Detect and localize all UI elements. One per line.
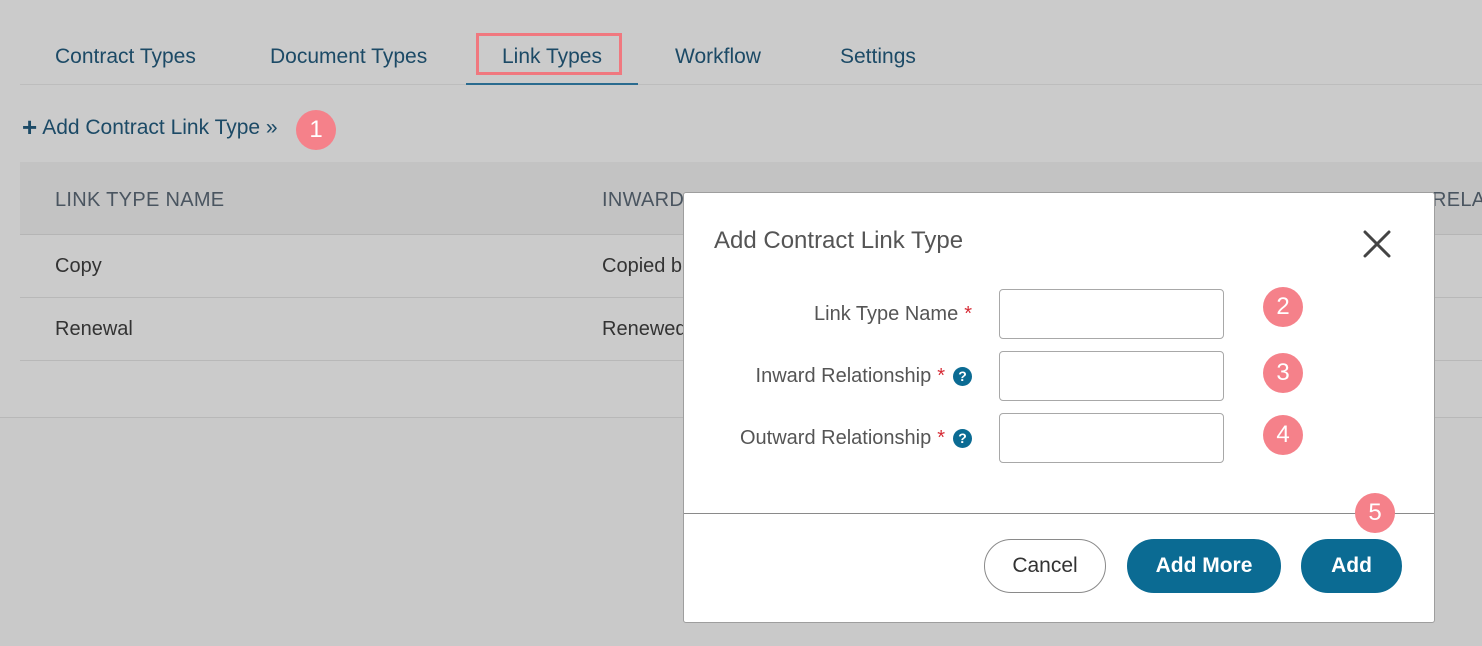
add-contract-link-type-dialog: Add Contract Link Type Link Type Name * …: [683, 192, 1435, 623]
inward-relationship-input[interactable]: [999, 351, 1224, 401]
cell-inward: Renewed: [602, 318, 687, 340]
step-badge-3: 3: [1263, 353, 1303, 393]
label-text: Inward Relationship: [755, 365, 932, 387]
tab-document-types[interactable]: Document Types: [270, 28, 427, 84]
field-label-outward-relationship: Outward Relationship * ?: [740, 413, 972, 463]
dialog-title: Add Contract Link Type: [714, 227, 964, 254]
tab-workflow[interactable]: Workflow: [675, 28, 761, 84]
required-asterisk: *: [937, 365, 945, 387]
tab-contract-types[interactable]: Contract Types: [55, 28, 196, 84]
step-badge-1: 1: [296, 110, 336, 150]
form-row-link-type-name: Link Type Name *: [684, 289, 1436, 341]
column-header-relationship[interactable]: RELA: [1432, 162, 1482, 238]
step-badge-2: 2: [1263, 287, 1303, 327]
form-row-outward-relationship: Outward Relationship * ?: [684, 413, 1436, 465]
cell-link-type-name: Copy: [55, 255, 102, 277]
required-asterisk: *: [964, 303, 972, 325]
cancel-button[interactable]: Cancel: [984, 539, 1106, 593]
help-icon[interactable]: ?: [953, 428, 972, 448]
column-header-inward[interactable]: INWARD: [602, 162, 684, 238]
column-header-link-type-name[interactable]: LINK TYPE NAME: [55, 162, 224, 238]
cell-link-type-name: Renewal: [55, 318, 133, 340]
label-text: Outward Relationship: [739, 427, 932, 449]
help-icon[interactable]: ?: [953, 366, 972, 386]
close-button[interactable]: [1360, 227, 1394, 261]
cell-inward: Copied b: [602, 255, 683, 277]
add-more-button[interactable]: Add More: [1127, 539, 1281, 593]
add-contract-link-type-link[interactable]: + Add Contract Link Type »: [22, 111, 278, 142]
field-label-link-type-name: Link Type Name *: [814, 289, 972, 339]
label-text: Link Type Name: [814, 303, 959, 325]
tab-bar: Contract Types Document Types Link Types…: [20, 28, 1482, 85]
form-row-inward-relationship: Inward Relationship * ?: [684, 351, 1436, 403]
add-link-label: Add Contract Link Type »: [42, 116, 278, 139]
tab-link-types[interactable]: Link Types: [466, 28, 638, 85]
tab-settings[interactable]: Settings: [840, 28, 916, 84]
link-type-name-input[interactable]: [999, 289, 1224, 339]
add-button[interactable]: Add: [1301, 539, 1402, 593]
outward-relationship-input[interactable]: [999, 413, 1224, 463]
step-badge-4: 4: [1263, 415, 1303, 455]
field-label-inward-relationship: Inward Relationship * ?: [756, 351, 972, 401]
close-icon: [1363, 230, 1391, 258]
dialog-footer-divider: [684, 513, 1434, 514]
step-badge-5: 5: [1355, 493, 1395, 533]
plus-icon: +: [22, 111, 38, 142]
required-asterisk: *: [937, 427, 945, 449]
